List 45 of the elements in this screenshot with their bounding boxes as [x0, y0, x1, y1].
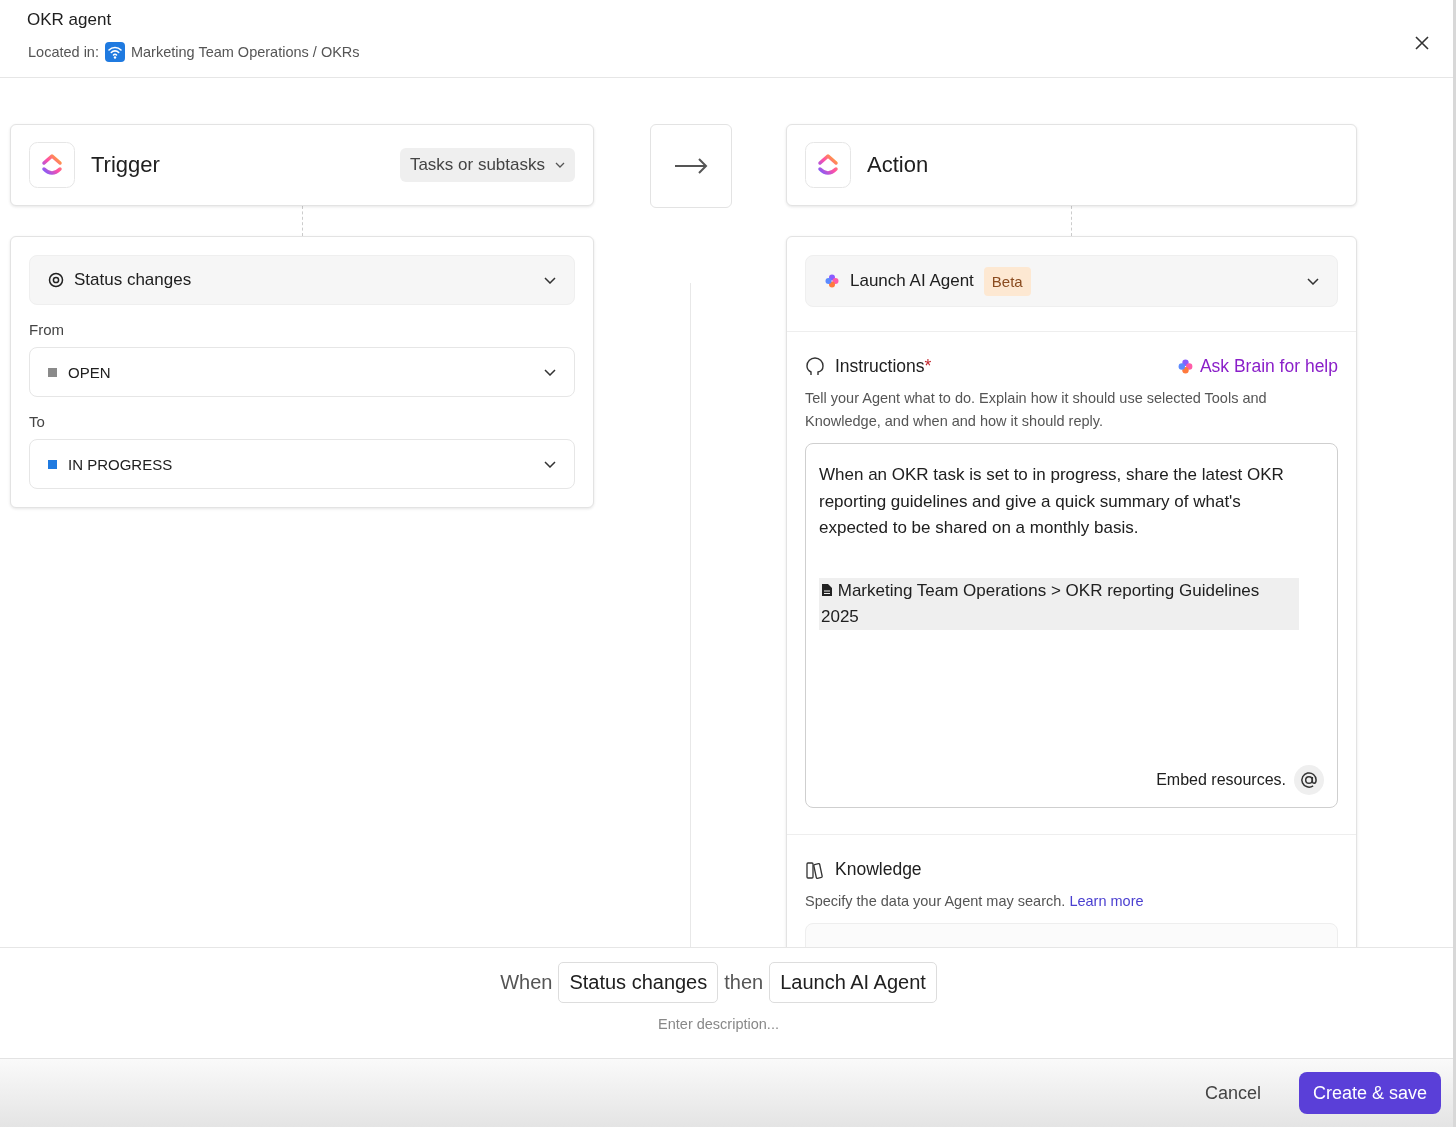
- books-icon: [805, 859, 825, 880]
- event-dropdown[interactable]: Status changes: [29, 255, 575, 305]
- mention-icon[interactable]: [1294, 765, 1324, 795]
- instructions-label: Instructions*: [835, 356, 933, 377]
- sparkle-icon: [1176, 358, 1194, 375]
- chevron-down-icon: [544, 460, 556, 468]
- target-icon: [48, 272, 64, 288]
- knowledge-hint: Specify the data your Agent may search. Learn more: [805, 892, 1145, 911]
- create-save-button[interactable]: Create & save: [1298, 1072, 1441, 1114]
- location-path[interactable]: Marketing Team Operations / OKRs: [130, 44, 360, 60]
- instructions-hint: Tell your Agent what to do. Explain how it should use selected Tools and Knowledge, and when and how it should reply.: [805, 389, 1268, 431]
- location-label: Located in:: [28, 44, 99, 60]
- when-label: When: [500, 971, 553, 994]
- dialog-title: OKR agent: [27, 10, 113, 30]
- document-icon: [821, 582, 833, 597]
- ask-brain-link[interactable]: Ask Brain for help: [1176, 356, 1338, 377]
- embed-label: Embed resources.: [1156, 771, 1286, 789]
- action-title: Action: [867, 152, 930, 178]
- chevron-down-icon: [1307, 277, 1319, 285]
- logo-icon: [805, 142, 851, 188]
- cancel-button[interactable]: Cancel: [1190, 1072, 1275, 1114]
- scope-dropdown[interactable]: Tasks or subtasks: [399, 148, 575, 182]
- beta-badge: Beta: [983, 266, 1031, 296]
- arrow-icon: [674, 158, 708, 174]
- status-dropdown[interactable]: IN PROGRESS: [29, 439, 575, 489]
- trigger-title: Trigger: [91, 152, 161, 178]
- knowledge-label: Knowledge: [835, 859, 923, 880]
- close-icon[interactable]: [1415, 36, 1429, 50]
- trigger-pill: Status changes: [558, 962, 719, 1003]
- action-dropdown[interactable]: Launch AI Agent Beta: [805, 255, 1338, 307]
- then-label: then: [724, 971, 764, 994]
- action-pill: Launch AI Agent: [769, 962, 937, 1003]
- field-label: From: [29, 321, 65, 338]
- chevron-down-icon: [544, 368, 556, 376]
- sparkle-icon: [824, 273, 840, 289]
- field-label: To: [29, 413, 46, 430]
- wifi-icon: [104, 42, 125, 62]
- learn-more-link[interactable]: Learn more: [1069, 893, 1144, 909]
- chevron-down-icon: [544, 276, 556, 284]
- chevron-down-icon: [555, 162, 565, 168]
- instructions-field[interactable]: When an OKR task is set to in progress, share the latest OKR reporting guidelines and give a quick summary of what's expected to be shared on a monthly basis. Marketing Team Operations > OKR reporting Guidelines 2025 Embed resources.: [805, 443, 1338, 808]
- head-icon: [805, 356, 825, 377]
- status-dropdown[interactable]: OPEN: [29, 347, 575, 397]
- document-chip[interactable]: Marketing Team Operations > OKR reporting Guidelines 2025: [819, 577, 1299, 630]
- logo-icon: [29, 142, 75, 188]
